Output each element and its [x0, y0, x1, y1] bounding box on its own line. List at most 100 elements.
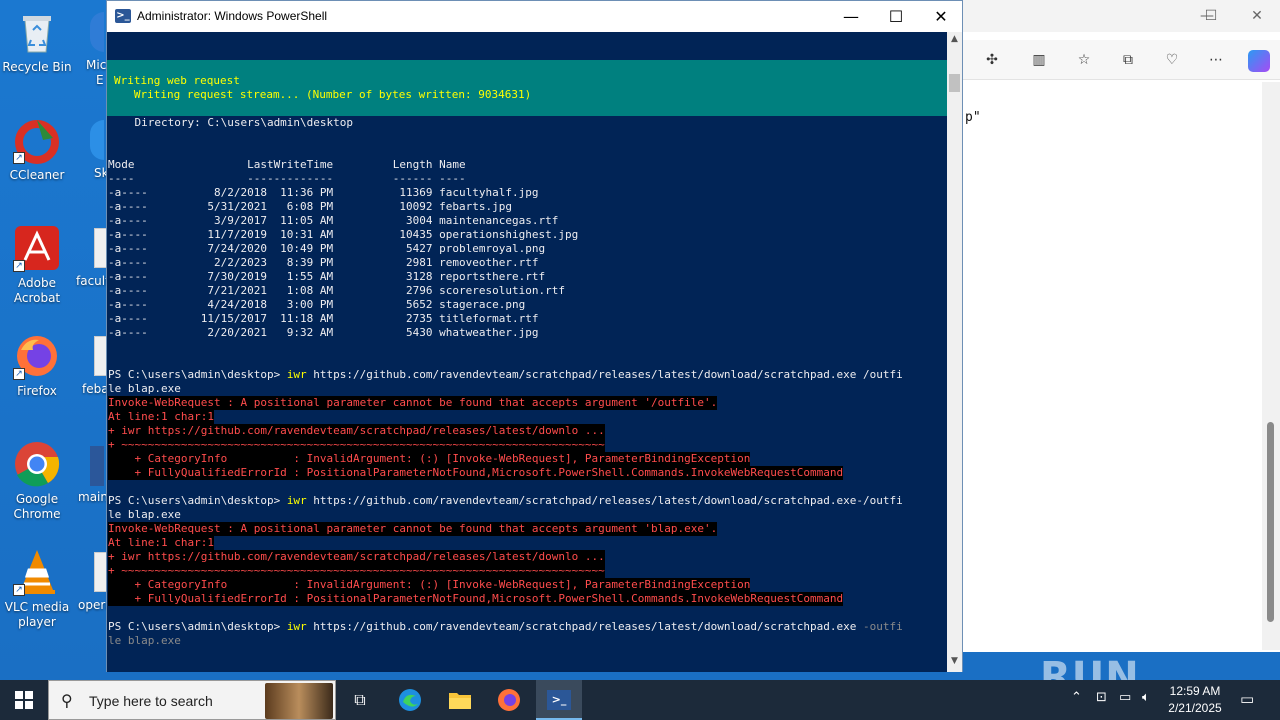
- table-row: -a---- 2/20/2021 9:32 AM 5430 whatweathe…: [108, 326, 539, 339]
- desktop-icon-recycle-bin[interactable]: Recycle Bin: [0, 8, 74, 75]
- edge-scrollbar[interactable]: [1262, 82, 1280, 650]
- desktop-icon-partial-skype[interactable]: [90, 120, 104, 160]
- error-underline: + ~~~~~~~~~~~~~~~~~~~~~~~~~~~~~~~~~~~~~~…: [108, 564, 605, 578]
- error-source: + iwr https://github.com/ravendevteam/sc…: [108, 550, 605, 564]
- clock-time: 12:59 AM: [1169, 684, 1221, 698]
- command-args: https://github.com/ravendevteam/scratchp…: [306, 620, 863, 633]
- browser-essentials-icon[interactable]: ♡: [1162, 50, 1182, 70]
- table-row: -a---- 4/24/2018 3:00 PM 5652 stagerace.…: [108, 298, 526, 311]
- desktop-icon-ccleaner[interactable]: ↗ CCleaner: [0, 116, 74, 183]
- powershell-taskbar-button[interactable]: >_: [536, 680, 582, 720]
- powershell-titlebar[interactable]: >_ Administrator: Windows PowerShell — ☐…: [107, 1, 962, 32]
- command-keyword: iwr: [286, 368, 307, 381]
- table-row: -a---- 3/9/2017 11:05 AM 3004 maintenanc…: [108, 214, 559, 227]
- clock-date: 2/21/2025: [1168, 701, 1222, 715]
- table-row: -a---- 7/21/2021 1:08 AM 2796 scoreresol…: [108, 284, 565, 297]
- desktop-icon-label: Firefox: [17, 384, 57, 398]
- taskbar: ⚲ Type here to search ⧉ >_ ⌃ ⊡ ▭ 🔈︎ 12:5…: [0, 680, 1280, 720]
- console-scrollbar[interactable]: ▲ ▼: [947, 32, 962, 672]
- windows-logo-icon: [15, 691, 33, 709]
- desktop-icon-firefox[interactable]: ↗ Firefox: [0, 332, 74, 399]
- task-view-icon[interactable]: ⧉: [340, 680, 380, 720]
- prompt: PS C:\users\admin\desktop>: [108, 368, 287, 381]
- close-button[interactable]: ✕: [1234, 6, 1280, 26]
- desktop-icon-vlc[interactable]: ↗ VLC media player: [0, 548, 74, 630]
- error-source: + iwr https://github.com/ravendevteam/sc…: [108, 424, 605, 438]
- search-highlight-image: [265, 683, 333, 719]
- command-line: PS C:\users\admin\desktop> iwr https://g…: [108, 494, 903, 508]
- desktop-icon-label: CCleaner: [9, 168, 65, 182]
- file-explorer-icon[interactable]: [438, 680, 482, 720]
- maximize-button[interactable]: ☐: [873, 1, 919, 32]
- desktop-partial-label: facult: [76, 274, 110, 288]
- more-options-icon[interactable]: ⋯: [1206, 50, 1226, 70]
- command-args: https://github.com/ravendevteam/scratchp…: [306, 368, 903, 381]
- scrollbar-thumb[interactable]: [1267, 422, 1274, 622]
- error-category: + CategoryInfo : InvalidArgument: (:) [I…: [108, 578, 751, 592]
- command-keyword: iwr: [286, 494, 307, 507]
- shortcut-arrow-icon: ↗: [13, 260, 25, 272]
- scroll-down-arrow-icon[interactable]: ▼: [947, 656, 962, 670]
- show-hidden-icons-chevron-icon[interactable]: ⌃: [1071, 690, 1082, 705]
- clock[interactable]: 12:59 AM 2/21/2025: [1160, 683, 1230, 717]
- error-category: + CategoryInfo : InvalidArgument: (:) [I…: [108, 452, 751, 466]
- anyrun-watermark: ANY RUN: [1040, 608, 1140, 680]
- command-args: https://github.com/ravendevteam/scratchp…: [306, 494, 903, 507]
- start-button[interactable]: [0, 680, 48, 720]
- desktop-icon-label: VLC media player: [4, 600, 70, 629]
- desktop-icon-partial-edge[interactable]: [90, 12, 104, 52]
- command-wrap: le blap.exe: [108, 634, 181, 648]
- console-output[interactable]: Writing web request Writing request stre…: [107, 32, 947, 672]
- favorites-icon[interactable]: ☆: [1074, 50, 1094, 70]
- table-header: Mode LastWriteTime Length Name: [108, 158, 466, 171]
- page-text-snippet: p": [965, 110, 981, 125]
- progress-activity: Writing web request: [114, 74, 240, 87]
- edge-taskbar-icon[interactable]: [390, 680, 430, 720]
- error-id: + FullyQualifiedErrorId : PositionalPara…: [108, 592, 844, 606]
- table-header-sep: ---- ------------- ------ ----: [108, 172, 466, 185]
- desktop-icon-adobe-acrobat[interactable]: ↗ Adobe Acrobat: [0, 224, 74, 306]
- network-icon[interactable]: ⊡: [1096, 690, 1107, 705]
- restore-button[interactable]: ☐: [1188, 6, 1234, 26]
- notifications-icon[interactable]: ▭: [1240, 690, 1254, 708]
- split-screen-icon[interactable]: ▥: [1029, 50, 1049, 70]
- wifi-icon[interactable]: ▭: [1119, 690, 1131, 705]
- minimize-button[interactable]: —: [828, 1, 874, 32]
- recycle-bin-icon: [13, 8, 61, 56]
- command-line-current[interactable]: PS C:\users\admin\desktop> iwr https://g…: [108, 620, 903, 634]
- error-message: Invoke-WebRequest : A positional paramet…: [108, 522, 718, 536]
- close-button[interactable]: ✕: [918, 1, 964, 32]
- desktop-icon-google-chrome[interactable]: Google Chrome: [0, 440, 74, 522]
- desktop-partial-label: main: [78, 490, 108, 504]
- table-row: -a---- 11/15/2017 11:18 AM 2735 titlefor…: [108, 312, 539, 325]
- shortcut-arrow-icon: ↗: [13, 584, 25, 596]
- error-location: At line:1 char:1: [108, 410, 214, 424]
- progress-status: Writing request stream... (Number of byt…: [114, 88, 532, 101]
- copilot-icon[interactable]: [1248, 50, 1270, 72]
- desktop-icon-label: Recycle Bin: [2, 60, 72, 74]
- desktop: Recycle Bin ↗ CCleaner ↗ Adobe Acrobat ↗…: [0, 0, 1280, 680]
- search-icon: ⚲: [61, 691, 73, 710]
- edge-browser-window[interactable]: — ☐ ✕ ✣ ▥ ☆ ⧉ ♡ ⋯ p": [962, 0, 1280, 652]
- table-row: -a---- 7/24/2020 10:49 PM 5427 problemro…: [108, 242, 546, 255]
- edge-titlebar[interactable]: — ☐ ✕: [962, 0, 1280, 32]
- collections-icon[interactable]: ⧉: [1118, 50, 1138, 70]
- taskbar-search-box[interactable]: ⚲ Type here to search: [48, 680, 336, 720]
- vlc-icon: ↗: [13, 548, 61, 596]
- desktop-icon-partial-word[interactable]: [90, 446, 104, 486]
- directory-line: Directory: C:\users\admin\desktop: [108, 116, 354, 129]
- extensions-icon[interactable]: ✣: [982, 50, 1002, 70]
- scrollbar-thumb[interactable]: [949, 74, 960, 92]
- volume-icon[interactable]: 🔈︎: [1142, 690, 1150, 705]
- firefox-icon: ↗: [13, 332, 61, 380]
- powershell-window[interactable]: >_ Administrator: Windows PowerShell — ☐…: [106, 0, 963, 672]
- prompt: PS C:\users\admin\desktop>: [108, 494, 287, 507]
- search-placeholder: Type here to search: [89, 693, 213, 709]
- command-wrap: le blap.exe: [108, 382, 181, 395]
- firefox-taskbar-icon[interactable]: [488, 680, 530, 720]
- table-row: -a---- 7/30/2019 1:55 AM 3128 reportsthe…: [108, 270, 546, 283]
- edge-page-content: [962, 82, 1262, 650]
- shortcut-arrow-icon: ↗: [13, 368, 25, 380]
- scroll-up-arrow-icon[interactable]: ▲: [947, 34, 962, 48]
- error-id: + FullyQualifiedErrorId : PositionalPara…: [108, 466, 844, 480]
